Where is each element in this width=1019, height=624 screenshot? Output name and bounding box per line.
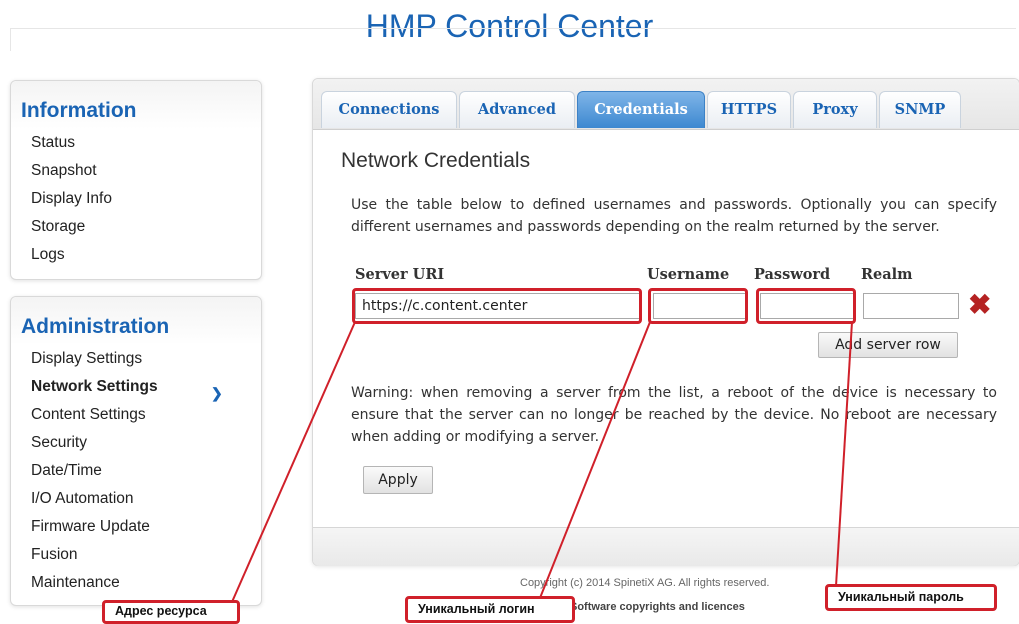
label-unique-login: Уникальный логин bbox=[405, 596, 575, 623]
callout-line-username bbox=[539, 321, 651, 599]
callout-line-server-uri bbox=[231, 321, 356, 603]
annotation-callout-lines bbox=[231, 321, 853, 603]
callout-line-password bbox=[835, 321, 853, 587]
label-unique-password: Уникальный пароль bbox=[825, 584, 997, 611]
label-resource-address: Адрес ресурса bbox=[102, 600, 240, 624]
